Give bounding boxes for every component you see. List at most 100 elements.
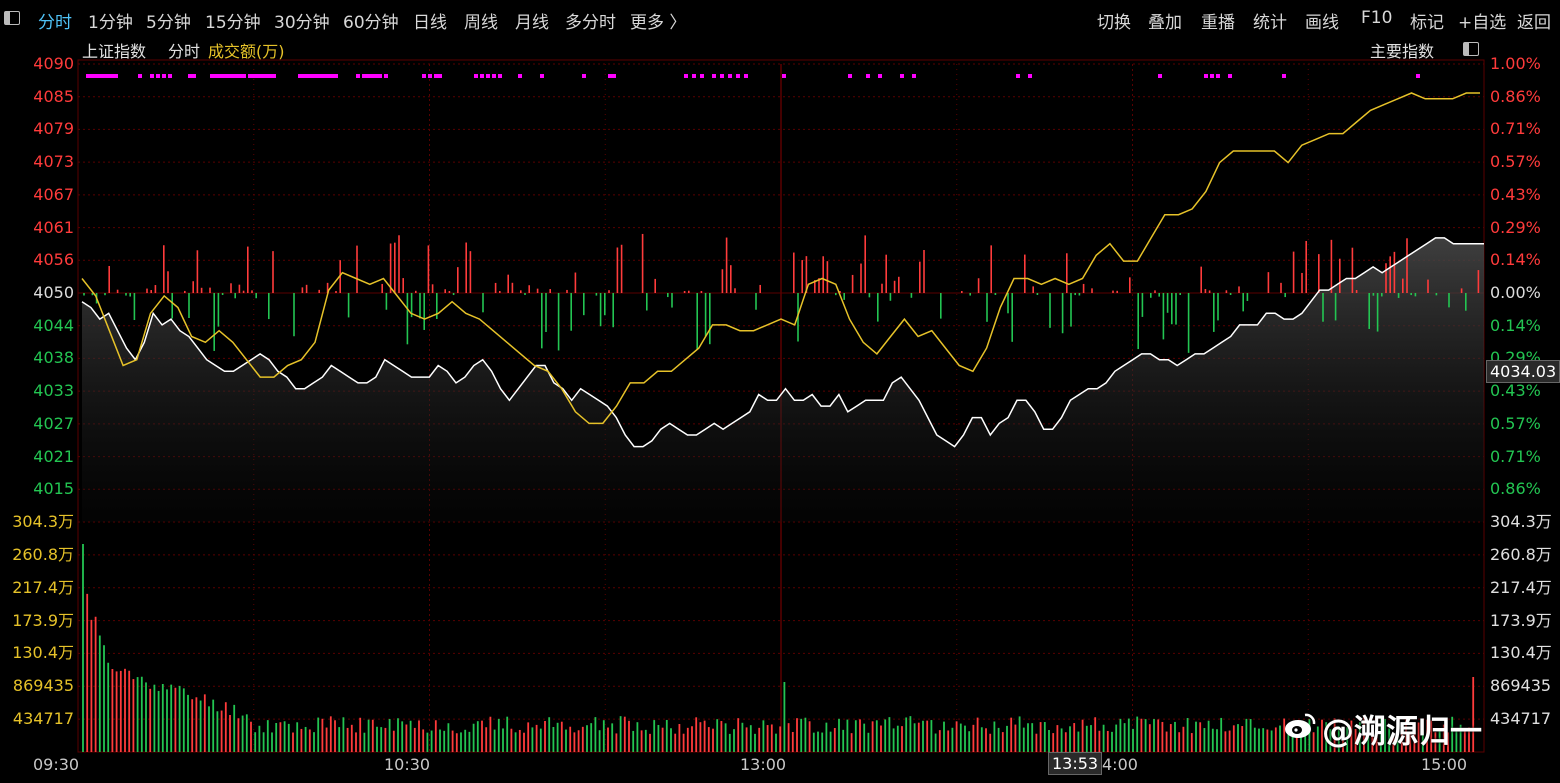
signal-marker xyxy=(310,74,314,78)
signal-marker xyxy=(782,74,786,78)
signal-marker xyxy=(1016,74,1020,78)
intraday-chart[interactable] xyxy=(0,0,1560,783)
signal-marker xyxy=(1158,74,1162,78)
signal-marker xyxy=(94,74,98,78)
signal-marker xyxy=(318,74,322,78)
percent-tick-label: 0.57% xyxy=(1490,152,1541,172)
signal-marker xyxy=(110,74,114,78)
signal-marker xyxy=(326,74,330,78)
signal-marker xyxy=(230,74,234,78)
signal-marker xyxy=(582,74,586,78)
signal-marker xyxy=(306,74,310,78)
percent-tick-label: 0.43% xyxy=(1490,381,1541,401)
signal-marker xyxy=(692,74,696,78)
signal-markers xyxy=(86,74,1420,78)
signal-marker xyxy=(210,74,214,78)
price-tick-label: 4090 xyxy=(33,54,74,73)
signal-marker xyxy=(370,74,374,78)
price-tick-label: 4021 xyxy=(33,446,74,466)
signal-marker xyxy=(684,74,688,78)
signal-marker xyxy=(1028,74,1032,78)
price-tick-label: 4073 xyxy=(33,152,74,172)
signal-marker xyxy=(106,74,110,78)
percent-tick-label: 1.00% xyxy=(1490,54,1541,73)
price-tick-label: 4056 xyxy=(33,250,74,270)
signal-marker xyxy=(168,74,172,78)
volume-tick-label-right: 173.9万 xyxy=(1490,610,1552,630)
signal-marker xyxy=(234,74,238,78)
signal-marker xyxy=(486,74,490,78)
signal-marker xyxy=(736,74,740,78)
signal-marker xyxy=(700,74,704,78)
signal-marker xyxy=(242,74,246,78)
signal-marker xyxy=(900,74,904,78)
signal-marker xyxy=(156,74,160,78)
signal-marker xyxy=(214,74,218,78)
signal-marker xyxy=(474,74,478,78)
signal-marker xyxy=(86,74,90,78)
weibo-icon xyxy=(1285,713,1316,738)
percent-tick-label: 0.29% xyxy=(1490,217,1541,237)
percent-tick-label: 0.86% xyxy=(1490,86,1541,106)
signal-marker xyxy=(720,74,724,78)
time-label-1300: 13:00 xyxy=(740,755,787,774)
signal-marker xyxy=(192,74,196,78)
volume-tick-label-right: 304.3万 xyxy=(1490,512,1552,531)
signal-marker xyxy=(362,74,366,78)
signal-marker xyxy=(330,74,334,78)
signal-marker xyxy=(374,74,378,78)
signal-marker xyxy=(222,74,226,78)
signal-marker xyxy=(268,74,272,78)
volume-tick-label: 869435 xyxy=(12,676,74,696)
signal-marker xyxy=(238,74,242,78)
price-tick-label: 4038 xyxy=(33,348,74,368)
signal-marker xyxy=(878,74,882,78)
price-tick-label: 4015 xyxy=(33,479,74,499)
signal-marker xyxy=(438,74,442,78)
signal-marker xyxy=(1282,74,1286,78)
signal-marker xyxy=(356,74,360,78)
signal-marker xyxy=(322,74,326,78)
signal-marker xyxy=(492,74,496,78)
signal-marker xyxy=(218,74,222,78)
watermark-text: @溯源归一 xyxy=(1322,712,1483,750)
price-tick-label: 4044 xyxy=(33,315,74,335)
signal-marker xyxy=(540,74,544,78)
signal-marker xyxy=(1416,74,1420,78)
signal-marker xyxy=(314,74,318,78)
signal-marker xyxy=(162,74,166,78)
time-label-open: 09:30 xyxy=(33,755,80,774)
signal-marker xyxy=(150,74,154,78)
signal-marker xyxy=(114,74,118,78)
percent-tick-label: 0.71% xyxy=(1490,119,1541,139)
percent-tick-label: 0.71% xyxy=(1490,446,1541,466)
percent-tick-label: 0.43% xyxy=(1490,184,1541,204)
signal-marker xyxy=(252,74,256,78)
signal-marker xyxy=(912,74,916,78)
signal-marker xyxy=(334,74,338,78)
signal-marker xyxy=(428,74,432,78)
signal-marker xyxy=(480,74,484,78)
signal-marker xyxy=(138,74,142,78)
volume-tick-label: 434717 xyxy=(12,709,74,729)
signal-marker xyxy=(384,74,388,78)
volume-tick-label-right: 130.4万 xyxy=(1490,643,1552,663)
price-tick-label: 4050 xyxy=(33,283,74,302)
signal-marker xyxy=(302,74,306,78)
signal-marker xyxy=(422,74,426,78)
signal-marker xyxy=(1228,74,1232,78)
price-tick-label: 4085 xyxy=(33,86,74,106)
percent-tick-label: 0.57% xyxy=(1490,413,1541,433)
signal-marker xyxy=(366,74,370,78)
volume-tick-label-right: 217.4万 xyxy=(1490,577,1552,597)
signal-marker xyxy=(378,74,382,78)
signal-marker xyxy=(848,74,852,78)
signal-marker xyxy=(188,74,192,78)
signal-marker xyxy=(1216,74,1220,78)
volume-tick-label: 130.4万 xyxy=(12,643,74,663)
price-tick-label: 4061 xyxy=(33,217,74,237)
signal-marker xyxy=(256,74,260,78)
signal-marker xyxy=(272,74,276,78)
time-label-close: 15:00 xyxy=(1421,755,1468,774)
signal-marker xyxy=(260,74,264,78)
